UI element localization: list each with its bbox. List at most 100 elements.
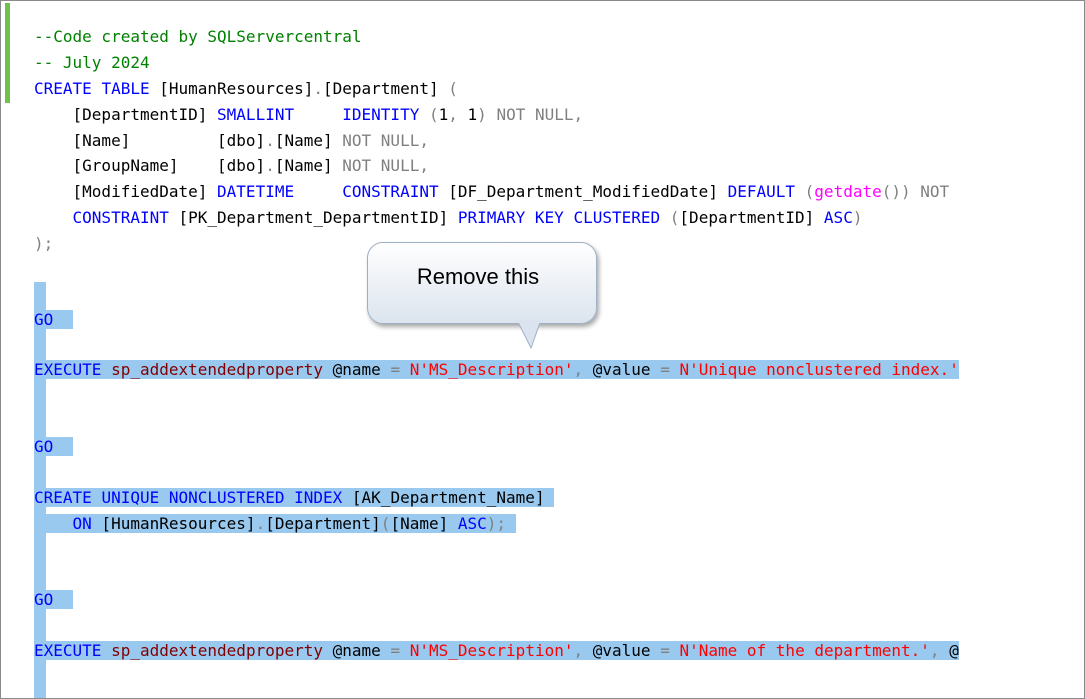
code-token: ASC: [823, 208, 853, 227]
code-line[interactable]: CONSTRAINT [PK_Department_DepartmentID] …: [34, 206, 863, 230]
code-token: (: [448, 79, 458, 98]
code-token: .: [313, 79, 324, 98]
code-line[interactable]: ON [HumanResources].[Department]([Name] …: [34, 512, 516, 536]
code-line[interactable]: CREATE UNIQUE NONCLUSTERED INDEX [AK_Dep…: [34, 486, 555, 510]
code-token: N'MS_Description': [409, 360, 574, 379]
code-token: GO: [34, 310, 54, 329]
code-token: ,: [573, 641, 584, 660]
code-line[interactable]: -- July 2024: [34, 51, 150, 75]
code-token: ON: [72, 514, 92, 533]
code-token: [PK_Department_DepartmentID]: [168, 208, 458, 227]
code-token: IDENTITY: [342, 105, 420, 124]
code-token: @: [939, 641, 959, 660]
code-token: [53, 310, 73, 329]
code-token: (: [804, 182, 815, 201]
code-token: [Name]: [390, 514, 458, 533]
code-token: PRIMARY KEY CLUSTERED: [457, 208, 661, 227]
code-token: .: [265, 156, 275, 175]
callout-pointer: [516, 320, 543, 350]
code-token: NOT NULL,: [496, 105, 584, 124]
code-token: CONSTRAINT: [72, 208, 169, 227]
code-token: [Department]: [323, 79, 449, 98]
code-token: [400, 641, 410, 660]
code-token: ()): [881, 182, 911, 201]
code-token: [DF_Department_ModifiedDate]: [438, 182, 728, 201]
code-token: [159, 488, 169, 507]
code-token: CONSTRAINT: [342, 182, 439, 201]
code-token: CREATE: [34, 488, 92, 507]
code-token: .: [255, 514, 266, 533]
code-token: sp_addextendedproperty: [111, 641, 323, 660]
code-token: EXECUTE: [34, 641, 102, 660]
code-token: CREATE: [34, 79, 92, 98]
code-token: EXECUTE: [34, 360, 102, 379]
code-token: INDEX: [294, 488, 343, 507]
code-line[interactable]: EXECUTE sp_addextendedproperty @name = N…: [34, 358, 959, 382]
code-line[interactable]: EXECUTE sp_addextendedproperty @name = N…: [34, 639, 959, 663]
code-token: TABLE: [101, 79, 150, 98]
callout-text: Remove this: [416, 264, 540, 289]
code-line[interactable]: [GroupName] [dbo].[Name] NOT NULL,: [34, 154, 429, 178]
code-line[interactable]: CREATE TABLE [HumanResources].[Departmen…: [34, 77, 458, 101]
code-token: SMALLINT: [217, 105, 295, 124]
code-token: [400, 360, 410, 379]
code-token: );: [34, 234, 54, 253]
code-token: [506, 514, 516, 533]
code-token: [53, 590, 73, 609]
code-token: =: [660, 360, 670, 379]
code-token: --Code created by SQLServercentral: [34, 27, 362, 46]
code-token: ,: [929, 641, 940, 660]
code-token: -- July 2024: [34, 53, 150, 72]
code-token: getdate: [814, 182, 882, 201]
code-token: [HumanResources]: [91, 514, 256, 533]
code-token: [DepartmentID]: [679, 208, 824, 227]
code-token: DATETIME: [217, 182, 295, 201]
code-token: ): [477, 105, 487, 124]
code-token: ASC: [457, 514, 487, 533]
code-token: [284, 488, 295, 507]
code-token: GO: [34, 437, 54, 456]
code-token: NONCLUSTERED: [168, 488, 285, 507]
code-token: [101, 360, 112, 379]
code-line[interactable]: [Name] [dbo].[Name] NOT NULL,: [34, 129, 429, 153]
code-token: =: [390, 641, 401, 660]
code-line[interactable]: [DepartmentID] SMALLINT IDENTITY (1, 1) …: [34, 103, 584, 127]
code-token: 1: [457, 105, 478, 124]
code-token: sp_addextendedproperty: [111, 360, 323, 379]
code-token: [DepartmentID]: [72, 105, 218, 124]
code-token: GO: [34, 590, 54, 609]
code-token: ): [852, 208, 863, 227]
code-token: =: [660, 641, 670, 660]
code-token: N'Unique nonclustered index.': [679, 360, 959, 379]
code-line[interactable]: GO: [34, 435, 73, 459]
code-line[interactable]: GO: [34, 588, 73, 612]
code-token: @value: [583, 360, 661, 379]
code-line[interactable]: GO: [34, 308, 73, 332]
code-token: (: [669, 208, 680, 227]
sql-editor[interactable]: --Code created by SQLServercentral -- Jul…: [0, 0, 1085, 699]
code-token: [53, 437, 73, 456]
code-token: NOT NULL,: [342, 131, 429, 150]
code-token: [AK_Department_Name]: [342, 488, 555, 507]
code-token: [GroupName] [dbo]: [72, 156, 266, 175]
code-token: DEFAULT: [727, 182, 796, 201]
code-token: NOT: [920, 182, 950, 201]
code-token: ,: [448, 105, 458, 124]
code-token: [ModifiedDate]: [72, 182, 218, 201]
code-line[interactable]: [ModifiedDate] DATETIME CONSTRAINT [DF_D…: [34, 180, 950, 204]
code-token: .: [265, 131, 275, 150]
code-token: [Department]: [265, 514, 381, 533]
code-line[interactable]: );: [34, 232, 53, 256]
code-token: @name: [323, 641, 391, 660]
change-indicator-bar: [5, 3, 10, 103]
code-line[interactable]: --Code created by SQLServercentral: [34, 25, 362, 49]
code-token: [Name] [dbo]: [72, 131, 266, 150]
